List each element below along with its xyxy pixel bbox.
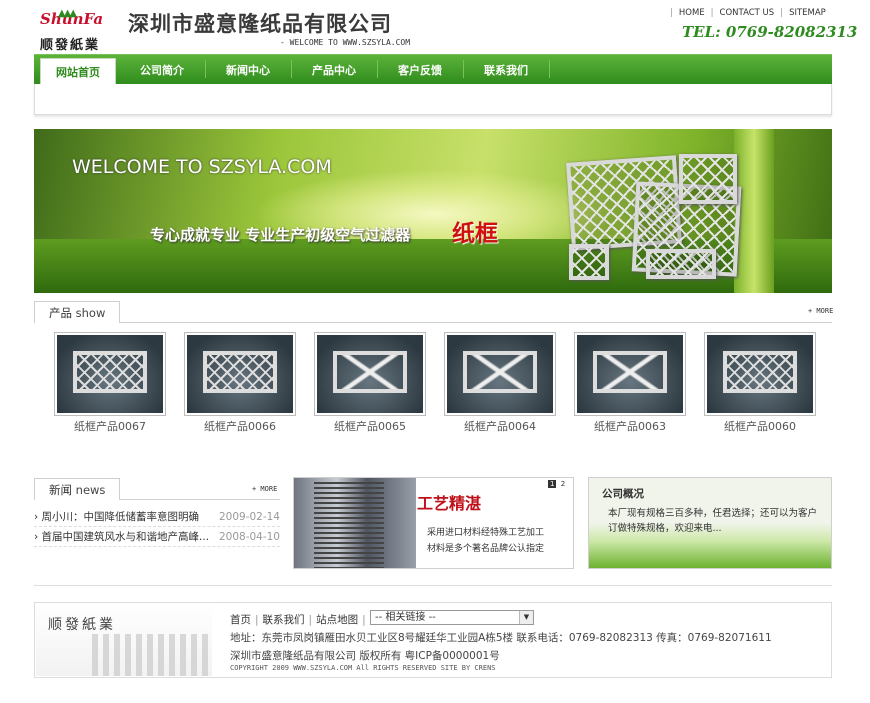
news-tab: 新闻 news bbox=[34, 478, 121, 500]
news-item[interactable]: › 周小川：中国降低储蓄率意图明确 2009-02-14 bbox=[34, 507, 280, 527]
company-overview-text: 本厂现有规格三百多种，任君选择；还可以为客户订做特殊规格，欢迎来电... bbox=[608, 508, 818, 534]
nav-item-about[interactable]: 公司简介 bbox=[140, 62, 184, 78]
craft-title: 工艺精湛 bbox=[417, 494, 482, 513]
product-thumb[interactable] bbox=[704, 332, 816, 416]
sub-nav-bar bbox=[34, 84, 832, 115]
news-title[interactable]: 周小川：中国降低储蓄率意图明确 bbox=[42, 511, 200, 523]
nav-divider bbox=[377, 60, 378, 78]
footer-logo: 顺發紙業 bbox=[36, 604, 212, 676]
product-caption[interactable]: 纸框产品0063 bbox=[574, 418, 686, 434]
footer-contact-link[interactable]: 联系我们 bbox=[263, 614, 305, 626]
product-thumb[interactable] bbox=[54, 332, 166, 416]
product-thumb[interactable] bbox=[184, 332, 296, 416]
product-thumb[interactable] bbox=[444, 332, 556, 416]
footer-small-print: COPYRIGHT 2009 WWW.SZSYLA.COM All RIGHTS… bbox=[230, 664, 496, 672]
skyline-image bbox=[92, 634, 212, 676]
product-caption[interactable]: 纸框产品0066 bbox=[184, 418, 296, 434]
products-header: 产品 show bbox=[34, 301, 832, 323]
news-bullet-icon: › bbox=[34, 531, 39, 543]
contact-us-link[interactable]: CONTACT US bbox=[720, 8, 775, 18]
footer-address: 地址：东莞市凤岗镇雁田水贝工业区8号耀廷华工业园A栋5楼 联系电话：0769-8… bbox=[230, 632, 772, 644]
footer-logo-text: 顺發紙業 bbox=[48, 617, 116, 633]
news-item[interactable]: › 首届中国建筑风水与和谐地产高峰... 2008-04-10 bbox=[34, 527, 280, 547]
banner[interactable] bbox=[34, 129, 832, 293]
footer-links: 首页 | 联系我们 | 站点地图 | bbox=[230, 614, 366, 626]
filter-frame-image bbox=[569, 244, 609, 280]
chevron-down-icon: ▼ bbox=[519, 611, 533, 624]
slide-pager: 1 2 bbox=[548, 480, 567, 488]
welcome-line: - WELCOME TO WWW.SZSYLA.COM bbox=[280, 38, 411, 47]
top-links: | HOME | CONTACT US | SITEMAP bbox=[670, 8, 826, 18]
slide-1-button[interactable]: 1 bbox=[548, 480, 557, 488]
nav-divider bbox=[205, 60, 206, 78]
company-name: 深圳市盛意隆纸品有限公司 bbox=[128, 12, 392, 36]
slide-2-button[interactable]: 2 bbox=[559, 480, 567, 488]
nav-item-news[interactable]: 新闻中心 bbox=[226, 62, 270, 78]
related-links-select[interactable]: -- 相关链接 -- ▼ bbox=[370, 610, 534, 625]
telephone: TEL: 0769-82082313 bbox=[682, 23, 858, 41]
footer-home-link[interactable]: 首页 bbox=[230, 614, 251, 626]
products-more-link[interactable]: + MORE bbox=[808, 307, 833, 315]
logo[interactable]: ShunFa ▲▲▲ 顺發紙業 bbox=[38, 8, 110, 54]
news-date: 2009-02-14 bbox=[218, 511, 280, 523]
product-caption[interactable]: 纸框产品0060 bbox=[704, 418, 816, 434]
product-caption[interactable]: 纸框产品0065 bbox=[314, 418, 426, 434]
footer-copyright: 深圳市盛意隆纸品有限公司 版权所有 粤ICP备0000001号 bbox=[230, 650, 500, 662]
banner-slogan: 专心成就专业 专业生产初级空气过滤器 bbox=[150, 226, 411, 244]
nav-item-contact[interactable]: 联系我们 bbox=[484, 62, 528, 78]
banner-highlight: 纸框 bbox=[452, 221, 498, 247]
nav-divider bbox=[291, 60, 292, 78]
footer-sitemap-link[interactable]: 站点地图 bbox=[316, 614, 358, 626]
tree-icon: ▲▲▲ bbox=[58, 8, 77, 19]
divider bbox=[34, 585, 832, 586]
filter-frame-image bbox=[679, 154, 737, 204]
craft-line-2: 材料是多个著名品牌公认指定 bbox=[427, 544, 545, 554]
nav-divider bbox=[463, 60, 464, 78]
nav-item-home[interactable]: 网站首页 bbox=[40, 58, 116, 86]
banner-welcome: WELCOME TO SZSYLA.COM bbox=[72, 156, 332, 178]
product-caption[interactable]: 纸框产品0067 bbox=[54, 418, 166, 434]
nav-item-products[interactable]: 产品中心 bbox=[312, 62, 356, 78]
product-thumb[interactable] bbox=[314, 332, 426, 416]
product-caption[interactable]: 纸框产品0064 bbox=[444, 418, 556, 434]
sitemap-link[interactable]: SITEMAP bbox=[789, 8, 826, 18]
product-thumb[interactable] bbox=[574, 332, 686, 416]
filter-frame-image bbox=[646, 249, 716, 279]
nav-divider bbox=[549, 60, 550, 78]
news-bullet-icon: › bbox=[34, 511, 39, 523]
products-tab: 产品 show bbox=[34, 301, 121, 323]
news-title[interactable]: 首届中国建筑风水与和谐地产高峰... bbox=[42, 531, 210, 543]
craft-line-1: 采用进口材料经特殊工艺加工 bbox=[427, 528, 545, 538]
news-date: 2008-04-10 bbox=[218, 531, 280, 543]
logo-chinese: 顺發紙業 bbox=[40, 38, 101, 53]
company-overview-title[interactable]: 公司概况 bbox=[602, 486, 644, 501]
news-more-link[interactable]: + MORE bbox=[252, 485, 277, 493]
home-link[interactable]: HOME bbox=[679, 8, 705, 18]
news-header: 新闻 news bbox=[34, 478, 280, 500]
nav-item-feedback[interactable]: 客户反馈 bbox=[398, 62, 442, 78]
